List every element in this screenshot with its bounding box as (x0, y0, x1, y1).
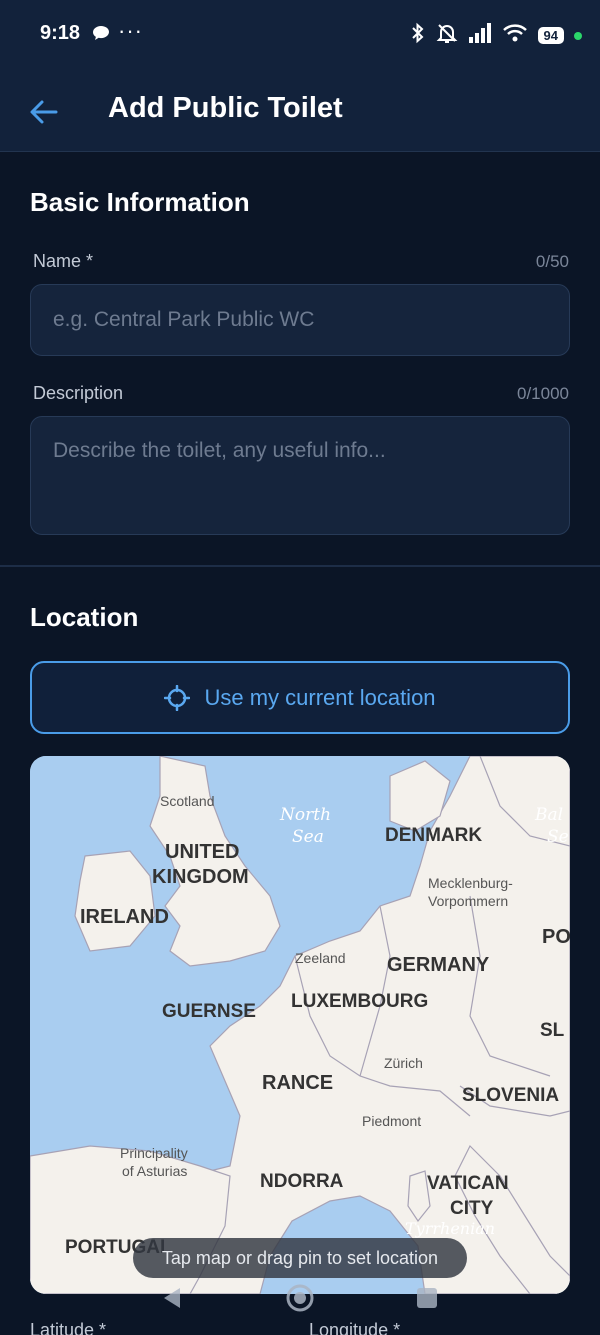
nav-home-button[interactable] (285, 1283, 315, 1318)
map-label-slovakia: SL (540, 1020, 565, 1041)
map-label-poland: PO (542, 926, 570, 948)
name-label: Name * (33, 251, 94, 271)
map-label-slovenia: SLOVENIA (462, 1085, 559, 1106)
message-icon (92, 25, 110, 46)
map-label-mecklenburg: Mecklenburg- (428, 875, 513, 891)
description-label: Description (33, 383, 124, 403)
map-label-guernsey: GUERNSE (162, 1001, 256, 1022)
back-button[interactable] (24, 92, 64, 132)
map-label-north-sea-2: Sea (292, 827, 324, 847)
bluetooth-icon (410, 22, 426, 49)
page-title: Add Public Toilet (108, 92, 343, 124)
map-label-ireland: IRELAND (80, 906, 169, 928)
name-char-count: 0/50 (535, 252, 569, 271)
map-label-zeeland: Zeeland (295, 950, 346, 966)
section-divider (0, 565, 600, 567)
status-right: 94 (410, 22, 582, 49)
more-notifications-icon: ··· (118, 18, 143, 43)
use-current-location-label: Use my current location (204, 684, 436, 710)
name-placeholder: e.g. Central Park Public WC (53, 308, 315, 331)
triangle-back-icon (164, 1288, 180, 1308)
circle-home-icon (286, 1284, 314, 1312)
map-label-vorpommern: Vorpommern (428, 893, 508, 909)
map-label-united: UNITED (165, 841, 239, 863)
description-textarea[interactable]: Describe the toilet, any useful info... (30, 416, 570, 535)
nav-back-button[interactable] (160, 1286, 184, 1315)
longitude-label: Longitude * (309, 1320, 401, 1335)
wifi-icon (502, 23, 528, 48)
status-time: 9:18 (40, 22, 81, 44)
latitude-label: Latitude * (30, 1320, 107, 1335)
app-bar: Add Public Toilet (0, 70, 600, 152)
arrow-left-icon (30, 100, 58, 124)
map-label-zurich: Zürich (384, 1055, 423, 1071)
map-label-city: CITY (450, 1198, 494, 1219)
location-map[interactable]: Scotland North Sea DENMARK Bal Se UNITED… (30, 756, 570, 1294)
bell-muted-icon (436, 22, 458, 49)
map-label-germany: GERMANY (387, 954, 490, 976)
map-label-andorra: NDORRA (260, 1171, 344, 1192)
map-label-kingdom: KINGDOM (152, 866, 249, 888)
map-label-vatican: VATICAN (427, 1173, 509, 1194)
name-input[interactable]: e.g. Central Park Public WC (30, 284, 570, 356)
map-label-principality: Principality (120, 1145, 188, 1161)
nav-recents-button[interactable] (416, 1287, 438, 1314)
crosshair-icon (164, 684, 191, 711)
basic-info-heading: Basic Information (30, 187, 250, 217)
status-bar: 9:18 ··· 94 (0, 0, 600, 70)
signal-icon (468, 23, 492, 48)
active-indicator-dot (574, 31, 582, 40)
use-current-location-button[interactable]: Use my current location (30, 661, 570, 734)
square-recents-icon (417, 1288, 437, 1308)
map-label-tyrrhenian: Tyrrhenian (405, 1219, 495, 1238)
map-label-north-sea: North (279, 805, 331, 825)
map-label-denmark: DENMARK (385, 825, 482, 846)
map-label-piedmont: Piedmont (362, 1113, 421, 1129)
map-label-scotland: Scotland (160, 793, 214, 809)
map-label-luxembourg: LUXEMBOURG (291, 991, 428, 1012)
description-placeholder: Describe the toilet, any useful info... (53, 439, 386, 462)
map-hint-toast: Tap map or drag pin to set location (133, 1238, 467, 1278)
map-label-france: RANCE (262, 1072, 333, 1094)
location-heading: Location (30, 602, 139, 632)
map-label-baltic: Bal (534, 805, 563, 825)
map-canvas: Scotland North Sea DENMARK Bal Se UNITED… (30, 756, 570, 1294)
battery-indicator: 94 (537, 27, 564, 44)
map-label-of-asturias: of Asturias (122, 1163, 187, 1179)
map-label-baltic-2: Se (547, 827, 569, 847)
description-char-count: 0/1000 (517, 384, 569, 403)
